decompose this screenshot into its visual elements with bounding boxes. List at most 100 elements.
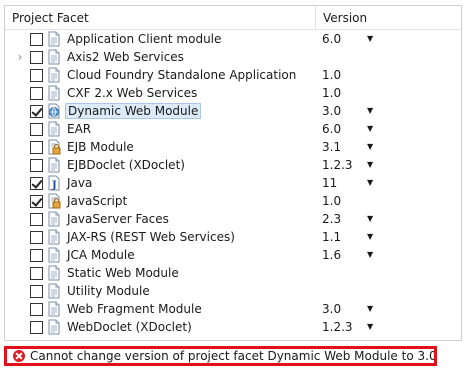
facet-checkbox[interactable]	[30, 122, 43, 136]
facet-version[interactable]: 1.2.3	[322, 156, 353, 174]
doc-icon	[47, 211, 61, 227]
facet-row[interactable]: EJB Module 3.1 ▼	[5, 138, 461, 156]
version-dropdown-icon[interactable]: ▼	[367, 174, 373, 192]
facet-label: Utility Module	[67, 284, 150, 298]
doc-icon	[47, 49, 61, 65]
facet-checkbox[interactable]	[30, 158, 43, 172]
facet-version[interactable]: 3.0	[322, 102, 341, 120]
facet-row[interactable]: J Java 11 ▼	[5, 174, 461, 192]
facet-checkbox[interactable]	[30, 320, 43, 334]
version-dropdown-icon[interactable]: ▼	[367, 246, 373, 264]
facet-row[interactable]: Web Fragment Module 3.0 ▼	[5, 300, 461, 318]
version-dropdown-icon[interactable]: ▼	[367, 228, 373, 246]
facet-label: Java	[67, 176, 93, 190]
facet-checkbox[interactable]	[30, 104, 43, 118]
doc-icon	[47, 301, 61, 317]
facet-checkbox[interactable]	[30, 284, 43, 298]
facet-row[interactable]: JAX-RS (REST Web Services) 1.1 ▼	[5, 228, 461, 246]
facet-label: EAR	[67, 122, 92, 136]
facet-checkbox[interactable]	[30, 212, 43, 226]
facet-row[interactable]: JCA Module 1.6 ▼	[5, 246, 461, 264]
facet-version[interactable]: 3.0	[322, 300, 341, 318]
error-icon	[13, 350, 25, 362]
facet-checkbox[interactable]	[30, 302, 43, 316]
facet-version: 1.0	[322, 194, 342, 208]
facet-label: Axis2 Web Services	[67, 50, 184, 64]
facet-row[interactable]: EJBDoclet (XDoclet) 1.2.3 ▼	[5, 156, 461, 174]
error-message: Cannot change version of project facet D…	[30, 349, 437, 363]
facet-label: WebDoclet (XDoclet)	[67, 320, 192, 334]
facet-checkbox[interactable]	[30, 248, 43, 262]
svg-text:J: J	[51, 180, 57, 191]
facet-checkbox[interactable]	[30, 176, 43, 190]
facet-version[interactable]: 3.1	[322, 138, 341, 156]
facet-label: JavaServer Faces	[67, 212, 169, 226]
doc-icon	[47, 265, 61, 281]
version-dropdown-icon[interactable]: ▼	[367, 138, 373, 156]
facet-version[interactable]: 1.1	[322, 228, 341, 246]
facet-row[interactable]: Dynamic Web Module 3.0 ▼	[5, 102, 461, 120]
version-dropdown-icon[interactable]: ▼	[367, 318, 373, 336]
facet-row[interactable]: JavaServer Faces 2.3 ▼	[5, 210, 461, 228]
facet-label: Application Client module	[67, 32, 222, 46]
facet-version: 1.0	[322, 68, 342, 82]
java-icon: J	[47, 175, 61, 191]
facet-label: Static Web Module	[67, 266, 179, 280]
column-header-version[interactable]: Version	[316, 6, 367, 29]
facet-row[interactable]: › Axis2 Web Services	[5, 48, 461, 66]
version-dropdown-icon[interactable]: ▼	[367, 300, 373, 318]
error-status-bar: Cannot change version of project facet D…	[4, 346, 437, 366]
facet-label: EJBDoclet (XDoclet)	[67, 158, 185, 172]
facet-row[interactable]: WebDoclet (XDoclet) 1.2.3 ▼	[5, 318, 461, 336]
facet-row[interactable]: EAR 6.0 ▼	[5, 120, 461, 138]
doc-icon	[47, 319, 61, 335]
facet-checkbox[interactable]	[30, 32, 43, 46]
facet-version[interactable]: 11	[322, 174, 337, 192]
globe-icon	[47, 103, 61, 119]
facet-row[interactable]: CXF 2.x Web Services 1.0	[5, 84, 461, 102]
expand-chevron-icon[interactable]: ›	[13, 48, 27, 66]
column-header-project-facet[interactable]: Project Facet	[5, 6, 316, 29]
facet-checkbox[interactable]	[30, 140, 43, 154]
facet-row[interactable]: Application Client module 6.0 ▼	[5, 30, 461, 48]
version-dropdown-icon[interactable]: ▼	[367, 30, 373, 48]
facet-label: JCA Module	[67, 248, 135, 262]
version-dropdown-icon[interactable]: ▼	[367, 210, 373, 228]
facet-checkbox[interactable]	[30, 86, 43, 100]
facet-label: JavaScript	[67, 194, 128, 208]
table-header: Project Facet Version	[5, 6, 461, 30]
doc-icon	[47, 121, 61, 137]
facet-rows: Application Client module 6.0 ▼ › Axis2 Web …	[5, 30, 461, 336]
doc-icon	[47, 31, 61, 47]
version-dropdown-icon[interactable]: ▼	[367, 156, 373, 174]
facet-row[interactable]: Utility Module	[5, 282, 461, 300]
lock-doc-icon	[47, 139, 61, 155]
doc-icon	[47, 67, 61, 83]
facet-version[interactable]: 1.2.3	[322, 318, 353, 336]
version-dropdown-icon[interactable]: ▼	[367, 102, 373, 120]
facet-row[interactable]: Cloud Foundry Standalone Application 1.0	[5, 66, 461, 84]
facet-version[interactable]: 6.0	[322, 120, 341, 138]
facet-version[interactable]: 2.3	[322, 210, 341, 228]
facet-checkbox[interactable]	[30, 230, 43, 244]
lock-doc-icon	[47, 193, 61, 209]
doc-icon	[47, 283, 61, 299]
facet-label: Dynamic Web Module	[65, 103, 202, 119]
facet-label: EJB Module	[67, 140, 134, 154]
facets-table: Project Facet Version Application Client…	[4, 5, 462, 341]
facet-row[interactable]: Static Web Module	[5, 264, 461, 282]
version-dropdown-icon[interactable]: ▼	[367, 120, 373, 138]
facet-version[interactable]: 6.0	[322, 30, 341, 48]
doc-icon	[47, 85, 61, 101]
facet-checkbox[interactable]	[30, 194, 43, 208]
facet-version: 1.0	[322, 86, 342, 100]
doc-icon	[47, 247, 61, 263]
facet-label: Web Fragment Module	[67, 302, 202, 316]
doc-icon	[47, 157, 61, 173]
facet-checkbox[interactable]	[30, 50, 43, 64]
facet-checkbox[interactable]	[30, 68, 43, 82]
facet-row[interactable]: JavaScript 1.0	[5, 192, 461, 210]
facet-version[interactable]: 1.6	[322, 246, 341, 264]
facet-label: Cloud Foundry Standalone Application	[67, 68, 297, 82]
facet-checkbox[interactable]	[30, 266, 43, 280]
